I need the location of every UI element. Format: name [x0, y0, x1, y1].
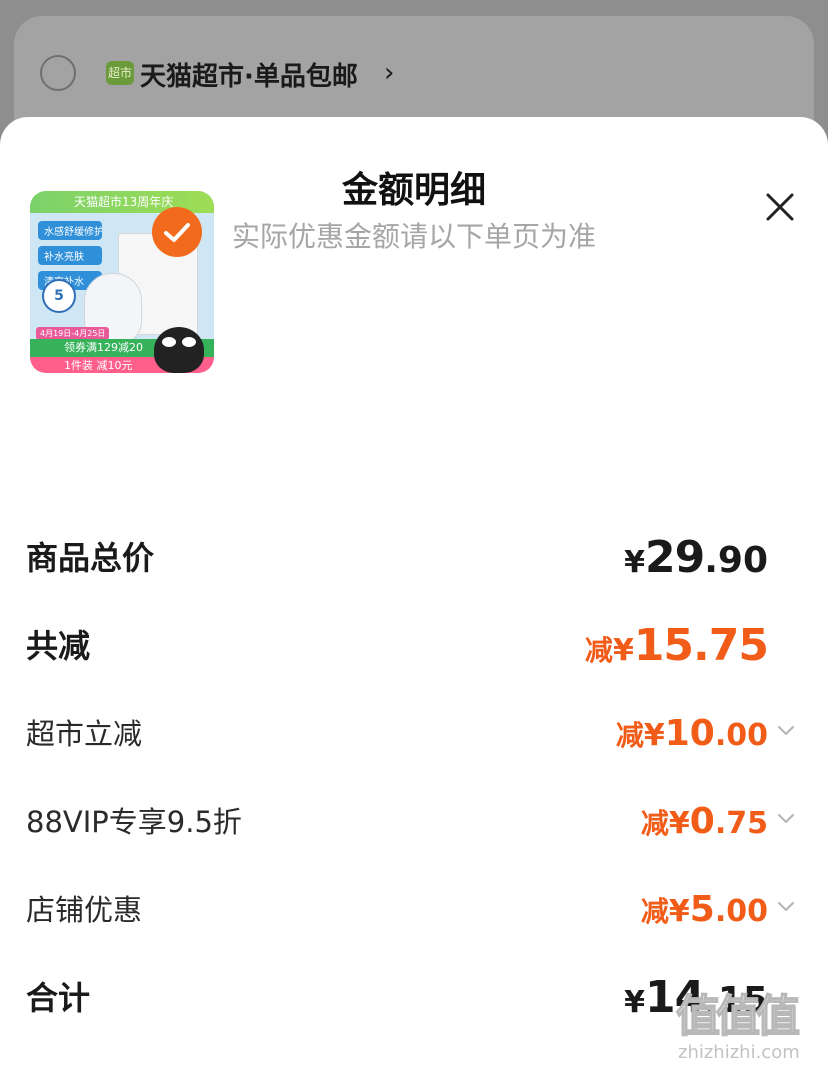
discount-prefix: 减: [640, 807, 669, 840]
price-row-grand-total: 合计 ¥14.15: [26, 968, 768, 1028]
amount-decimal: .00: [714, 718, 768, 753]
discount-prefix: 减: [584, 634, 613, 667]
currency-symbol: ¥: [643, 718, 665, 753]
amount-decimal: .90: [704, 540, 768, 581]
amount-integer: 15: [633, 620, 694, 671]
pack-count-badge: 5: [42, 279, 76, 313]
currency-symbol: ¥: [624, 545, 645, 580]
amount-integer: 5: [689, 889, 715, 930]
price-row-total-price: 商品总价 ¥29.90: [26, 528, 768, 588]
row-label: 商品总价: [26, 539, 155, 577]
row-label: 共减: [26, 627, 91, 665]
price-row-total-discount: 共减 减¥15.75: [26, 616, 769, 676]
price-row-88vip-discount[interactable]: 88VIP专享9.5折 减¥0.75: [26, 792, 794, 852]
chevron-down-icon[interactable]: [776, 808, 796, 828]
tmall-supermarket-logo: 超市: [106, 61, 134, 85]
chevron-right-icon[interactable]: ›: [384, 58, 394, 88]
amount-integer: 29: [644, 532, 705, 583]
row-label: 合计: [26, 979, 91, 1017]
row-label: 88VIP专享9.5折: [26, 805, 242, 839]
row-amount: 减¥15.75: [584, 616, 769, 685]
chevron-down-icon[interactable]: [776, 896, 796, 916]
currency-symbol: ¥: [668, 894, 690, 929]
price-row-supermarket-discount[interactable]: 超市立减 减¥10.00: [26, 704, 794, 764]
row-amount: 减¥10.00: [616, 704, 768, 770]
store-name[interactable]: 天猫超市·单品包邮: [140, 56, 358, 93]
amount-decimal: .75: [693, 620, 769, 671]
amount-decimal: .75: [714, 806, 768, 841]
product-thumbnail[interactable]: 天猫超市13周年庆 水感舒缓修护 补水亮肤 清爽补水 5 4月19日-4月25日…: [30, 191, 214, 373]
watermark-logo: 值值值: [675, 990, 801, 1043]
row-amount: ¥29.90: [624, 528, 768, 597]
tmall-cat-mascot-icon: [154, 327, 204, 373]
currency-symbol: ¥: [612, 633, 634, 668]
row-label: 店铺优惠: [26, 893, 143, 927]
selected-check-icon: [152, 207, 202, 257]
thumb-tag: 水感舒缓修护: [38, 221, 102, 240]
discount-prefix: 减: [640, 895, 669, 928]
watermark-url: zhizhizhi.com: [678, 1042, 800, 1063]
currency-symbol: ¥: [624, 985, 645, 1020]
thumb-tag: 补水亮肤: [38, 246, 102, 265]
chevron-down-icon[interactable]: [776, 720, 796, 740]
price-row-store-discount[interactable]: 店铺优惠 减¥5.00: [26, 880, 794, 940]
row-amount: 减¥0.75: [641, 792, 768, 858]
amount-decimal: .00: [714, 894, 768, 929]
discount-prefix: 减: [615, 719, 644, 752]
row-label: 超市立减: [26, 717, 143, 751]
site-watermark: 值值值 zhizhizhi.com: [675, 980, 826, 1070]
currency-symbol: ¥: [668, 806, 690, 841]
close-icon: [766, 193, 794, 221]
row-amount: 减¥5.00: [641, 880, 768, 946]
close-button[interactable]: [760, 187, 800, 227]
amount-integer: 10: [664, 713, 715, 754]
amount-integer: 0: [689, 801, 715, 842]
store-select-radio[interactable]: [40, 55, 76, 91]
